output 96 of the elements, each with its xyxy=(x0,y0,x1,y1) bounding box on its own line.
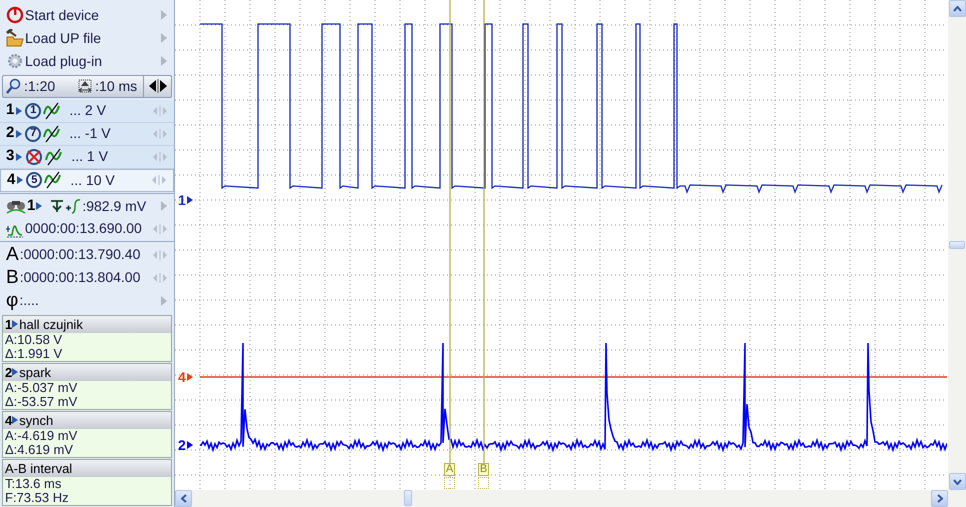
cursor-time: :.... xyxy=(19,291,40,310)
measurement-value: Δ:4.619 mV xyxy=(5,442,74,457)
caret-icon xyxy=(952,478,962,484)
menu-item[interactable]: Start device xyxy=(25,4,159,26)
arrow-icon xyxy=(12,319,20,330)
menu-item[interactable]: Load plug-in xyxy=(25,50,159,72)
cursor-handle[interactable] xyxy=(444,477,455,489)
trigger-level-icon[interactable] xyxy=(65,198,82,214)
scroll-down-button[interactable] xyxy=(948,473,966,490)
caret-icon xyxy=(936,494,942,503)
channel-number: 4 xyxy=(7,170,16,190)
horizontal-scrollbar[interactable] xyxy=(175,490,966,507)
probe-badge: 5 xyxy=(26,172,42,188)
scroll-thumb[interactable] xyxy=(404,490,412,506)
adjust-icon[interactable] xyxy=(151,174,167,186)
measurement-title: hall czujnik xyxy=(19,316,83,334)
cursor-label: φ xyxy=(6,291,18,310)
channel-number: 2 xyxy=(178,438,186,452)
measurement-value: A:-4.619 mV xyxy=(5,428,78,443)
adjust-icon[interactable] xyxy=(152,128,168,140)
measurement-title: A-B interval xyxy=(5,460,72,478)
arrow-icon[interactable] xyxy=(160,32,168,44)
measurement-value: F:73.53 Hz xyxy=(5,490,70,505)
measurement-value: A:10.58 V xyxy=(5,332,62,347)
channel-number: 1 xyxy=(6,100,14,120)
scroll-up-button[interactable] xyxy=(948,0,966,17)
cursor-label: A xyxy=(6,245,19,264)
channel-number: 4 xyxy=(5,412,12,430)
zoom-icon[interactable] xyxy=(6,78,22,94)
scroll-left-button[interactable] xyxy=(175,490,192,507)
adjust-icon[interactable] xyxy=(152,272,168,284)
probe-badge: 1 xyxy=(25,102,42,119)
gear-icon xyxy=(6,52,24,70)
wave-icon[interactable] xyxy=(45,148,64,166)
trigger-level: :982.9 mV xyxy=(82,196,148,216)
arrow-icon xyxy=(186,440,194,450)
adjust-icon[interactable] xyxy=(152,222,168,235)
caret-icon xyxy=(952,6,962,12)
adjust-icon[interactable] xyxy=(152,248,168,261)
edge-icon[interactable] xyxy=(50,199,64,214)
measurement-value: A:-5.037 mV xyxy=(5,380,78,395)
trigger-time: 0000:00:13.690.00 xyxy=(25,219,143,238)
arrow-icon[interactable] xyxy=(160,294,168,307)
channel-row[interactable]: 4 5 ... 10 V xyxy=(0,168,174,192)
timebase-icon[interactable] xyxy=(77,78,94,94)
arrow-icon xyxy=(16,106,24,116)
range-value: ... 1 V xyxy=(71,147,109,166)
wave-icon[interactable] xyxy=(44,171,62,190)
arrow-icon xyxy=(16,128,24,139)
range-value: ... 2 V xyxy=(69,101,107,120)
measurement-title: spark xyxy=(19,364,52,382)
wave-icon[interactable] xyxy=(43,124,62,143)
caret-icon xyxy=(180,494,186,503)
arrow-icon[interactable] xyxy=(160,9,168,22)
folder-icon xyxy=(6,29,24,48)
adjust-icon[interactable] xyxy=(152,150,168,163)
measurement-value: T:13.6 ms xyxy=(5,476,62,491)
zoom-value: :1:20 xyxy=(24,76,56,96)
measurement-title: synch xyxy=(19,412,54,430)
adjust-icon[interactable] xyxy=(152,104,168,117)
channel-row[interactable]: 2 7 ... -1 V xyxy=(0,122,174,146)
cursor-line[interactable] xyxy=(483,0,485,464)
vertical-scrollbar[interactable] xyxy=(948,0,966,490)
timebase-value: :10 ms xyxy=(95,76,138,96)
channel-number: 4 xyxy=(178,370,186,384)
measurement-value: Δ:1.991 V xyxy=(5,346,64,361)
arrow-icon xyxy=(186,195,194,205)
wave-icon[interactable] xyxy=(43,102,62,120)
range-value: ... -1 V xyxy=(69,124,112,144)
cursor-handle[interactable] xyxy=(478,477,489,489)
arrow-icon[interactable] xyxy=(160,55,168,68)
trigger-channel: 1 xyxy=(27,196,36,216)
power-icon xyxy=(6,6,24,24)
range-value: ... 10 V xyxy=(70,170,116,190)
cursor-time: :0000:00:13.804.00 xyxy=(20,268,142,288)
measurement-value: Δ:-53.57 mV xyxy=(5,394,78,409)
cursor-time: :0000:00:13.790.40 xyxy=(20,245,142,264)
arrow-icon xyxy=(17,175,24,186)
probe-badge: 7 xyxy=(25,126,42,142)
scroll-right-button[interactable] xyxy=(931,490,948,507)
menu-item[interactable]: Load UP file xyxy=(25,28,159,49)
channel-row[interactable]: 1 1 ... 2 V xyxy=(0,100,174,123)
channel-number: 2 xyxy=(5,364,12,382)
arrow-icon xyxy=(12,367,20,378)
arrow-icon[interactable] xyxy=(160,200,168,212)
channel-number: 1 xyxy=(5,316,12,334)
channel-row[interactable]: 3 ... 1 V xyxy=(0,146,174,169)
channel-number: 3 xyxy=(6,146,14,166)
arrow-icon xyxy=(36,201,44,212)
arrow-icon xyxy=(186,372,194,382)
arrow-icon xyxy=(16,152,24,162)
channel-number: 2 xyxy=(6,123,14,144)
scroll-thumb[interactable] xyxy=(949,241,965,249)
arrow-icon xyxy=(12,415,20,426)
channel-number: 1 xyxy=(178,193,186,207)
cursor-label: B xyxy=(6,268,19,288)
